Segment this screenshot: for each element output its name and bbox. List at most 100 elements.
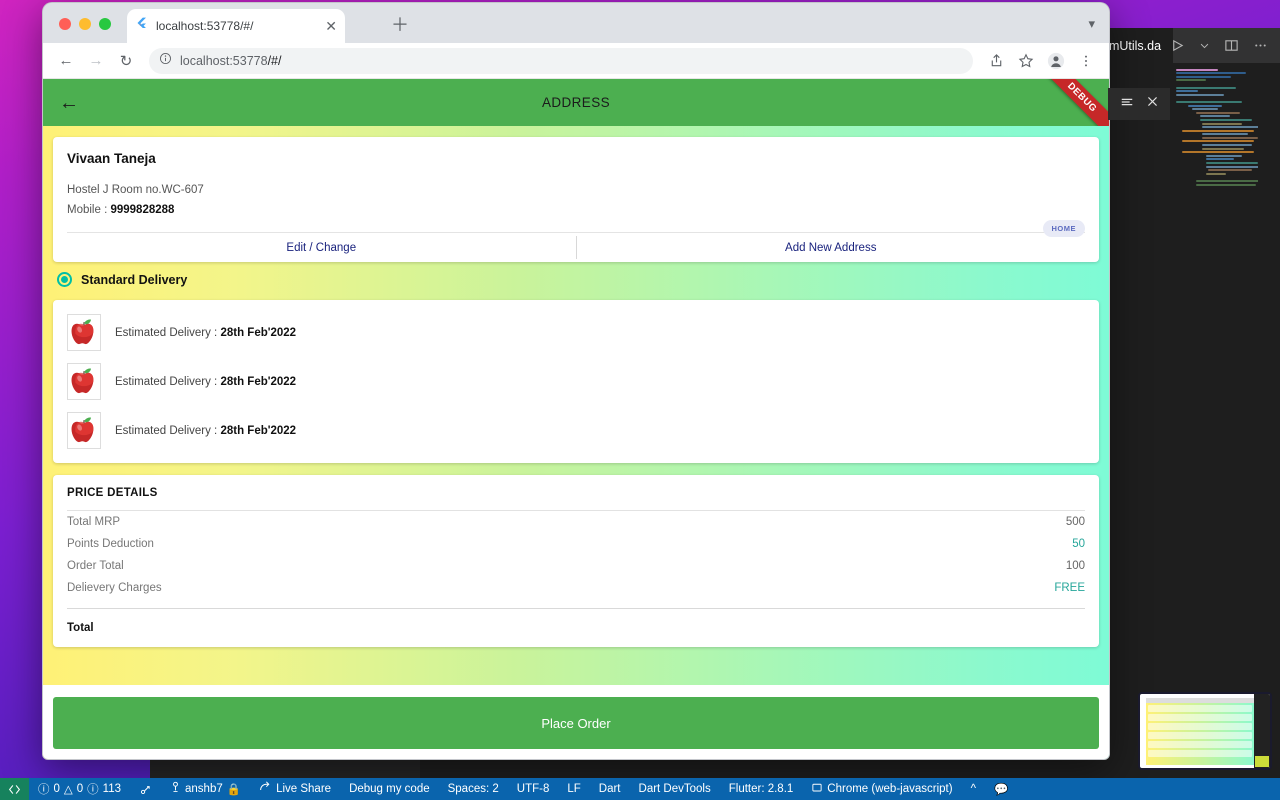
status-encoding[interactable]: UTF-8 — [508, 778, 559, 800]
price-row-label: Points Deduction — [67, 538, 154, 550]
status-errors-count: 0 — [53, 783, 60, 795]
radio-selected-icon[interactable] — [57, 272, 72, 287]
split-editor-icon[interactable] — [1224, 38, 1239, 53]
preview-row — [1148, 750, 1252, 757]
warning-triangle-icon: △ — [63, 784, 73, 796]
browser-tab-title: localhost:53778/#/ — [156, 19, 254, 33]
address-type-badge: HOME — [1042, 220, 1085, 237]
price-row-value: 100 — [1065, 560, 1085, 572]
share-icon[interactable] — [983, 48, 1009, 74]
forward-arrow-icon[interactable]: → — [83, 48, 109, 74]
site-info-icon[interactable] — [159, 52, 172, 70]
preview-toolbar — [1146, 698, 1254, 703]
vscode-minimap[interactable] — [1172, 63, 1258, 778]
status-live-share[interactable]: Live Share — [250, 778, 340, 800]
estimated-delivery-date: 28th Feb'2022 — [220, 326, 297, 339]
tab-close-icon[interactable]: ✕ — [325, 19, 337, 33]
place-order-button[interactable]: Place Order — [53, 697, 1099, 749]
info-circle-icon: ⓘ — [87, 784, 99, 796]
preview-row — [1148, 723, 1252, 730]
flutter-logo-icon — [135, 17, 148, 35]
preview-row — [1148, 732, 1252, 739]
chrome-menu-icon[interactable] — [1073, 48, 1099, 74]
status-account-name: anshb7 — [185, 783, 223, 795]
screen-share-preview[interactable] — [1138, 692, 1272, 770]
price-row-value: FREE — [1054, 582, 1085, 594]
preview-row — [1148, 741, 1252, 748]
back-arrow-icon[interactable]: ← — [53, 48, 79, 74]
device-icon — [811, 782, 823, 797]
price-details-card: PRICE DETAILS Total MRP 500 Points Deduc… — [53, 475, 1099, 647]
address-bar-path: /#/ — [267, 53, 282, 68]
maximize-window-button[interactable] — [99, 18, 111, 30]
feedback-icon[interactable]: 💬 — [985, 778, 1017, 800]
add-new-address-button[interactable]: Add New Address — [577, 233, 1086, 262]
delivery-option-row[interactable]: Standard Delivery — [43, 262, 1109, 296]
close-icon[interactable] — [1146, 95, 1159, 113]
edit-change-button[interactable]: Edit / Change — [67, 233, 576, 262]
status-problems[interactable]: ⓘ 0 △ 0 ⓘ 113 — [29, 778, 130, 800]
account-icon — [170, 781, 181, 797]
price-row: Points Deduction 50 — [67, 533, 1085, 555]
order-item-delivery-text: Estimated Delivery : 28th Feb'2022 — [115, 376, 296, 388]
address-name: Vivaan Taneja — [67, 151, 156, 166]
price-row-label: Total MRP — [67, 516, 121, 528]
address-bar-url: localhost:53778/#/ — [180, 54, 281, 68]
close-window-button[interactable] — [59, 18, 71, 30]
new-tab-icon[interactable]: ＋ — [391, 16, 409, 34]
more-actions-icon[interactable] — [1253, 38, 1268, 53]
status-live-share-label: Live Share — [276, 783, 332, 795]
address-bar[interactable]: localhost:53778/#/ — [149, 47, 973, 74]
order-item-row[interactable]: Estimated Delivery : 28th Feb'2022 — [53, 406, 1099, 455]
order-item-row[interactable]: Estimated Delivery : 28th Feb'2022 — [53, 308, 1099, 357]
status-eol[interactable]: LF — [558, 778, 589, 800]
profile-avatar-icon[interactable] — [1043, 48, 1069, 74]
price-row: Total MRP 500 — [67, 511, 1085, 533]
preview-badge — [1255, 756, 1269, 767]
order-item-row[interactable]: Estimated Delivery : 28th Feb'2022 — [53, 357, 1099, 406]
remote-window-icon[interactable] — [0, 778, 29, 800]
chrome-tabstrip: localhost:53778/#/ ✕ ＋ ▾ — [43, 3, 1109, 43]
chevron-down-icon[interactable] — [1199, 40, 1210, 51]
browser-tab[interactable]: localhost:53778/#/ ✕ — [127, 9, 345, 43]
hamburger-menu-icon[interactable] — [1120, 95, 1134, 114]
app-bar: ← ADDRESS DEBUG — [43, 79, 1109, 126]
ports-icon[interactable] — [130, 778, 161, 800]
flutter-app-viewport: ← ADDRESS DEBUG Vivaan Taneja Hostel J R… — [43, 79, 1109, 759]
window-traffic-lights — [59, 18, 111, 30]
status-language-mode[interactable]: Dart — [590, 778, 630, 800]
radio-dot — [61, 276, 68, 283]
vscode-status-bar: ⓘ 0 △ 0 ⓘ 113 anshb7 🔒 Live Share Debug … — [0, 778, 1280, 800]
live-share-icon — [259, 781, 272, 797]
status-account[interactable]: anshb7 🔒 — [161, 778, 250, 800]
status-spaces[interactable]: Spaces: 2 — [439, 778, 508, 800]
status-device[interactable]: Chrome (web-javascript) — [802, 778, 961, 800]
lock-icon: 🔒 — [226, 784, 242, 796]
page-title: ADDRESS — [541, 95, 611, 110]
preview-row — [1148, 705, 1252, 712]
chrome-browser-window: localhost:53778/#/ ✕ ＋ ▾ ← → ↻ localhost… — [42, 2, 1110, 760]
minimize-window-button[interactable] — [79, 18, 91, 30]
status-flutter-version[interactable]: Flutter: 2.8.1 — [720, 778, 803, 800]
estimated-delivery-date: 28th Feb'2022 — [220, 375, 297, 388]
vscode-tab-title: omUtils.da — [1102, 38, 1162, 53]
price-row-label: Order Total — [67, 560, 124, 572]
bell-icon[interactable]: ^ — [962, 778, 985, 800]
error-circle-icon: ⓘ — [38, 784, 50, 796]
apple-product-image — [67, 363, 101, 400]
estimated-delivery-label: Estimated Delivery : — [115, 326, 221, 339]
status-dart-devtools[interactable]: Dart DevTools — [630, 778, 720, 800]
price-row: Delievery Charges FREE — [67, 577, 1085, 599]
price-row-value: 500 — [1065, 516, 1085, 528]
address-line: Hostel J Room no.WC-607 — [67, 184, 204, 196]
price-details-title: PRICE DETAILS — [67, 487, 158, 499]
reload-icon[interactable]: ↻ — [113, 48, 139, 74]
price-row: Order Total 100 — [67, 555, 1085, 577]
status-warnings-count: 0 — [76, 783, 84, 795]
star-bookmark-icon[interactable] — [1013, 48, 1039, 74]
tab-list-chevron-icon[interactable]: ▾ — [1088, 16, 1095, 32]
status-debug-my-code[interactable]: Debug my code — [340, 778, 439, 800]
estimated-delivery-label: Estimated Delivery : — [115, 424, 221, 437]
address-bar-host: localhost:53778 — [180, 53, 268, 68]
order-item-delivery-text: Estimated Delivery : 28th Feb'2022 — [115, 327, 296, 339]
